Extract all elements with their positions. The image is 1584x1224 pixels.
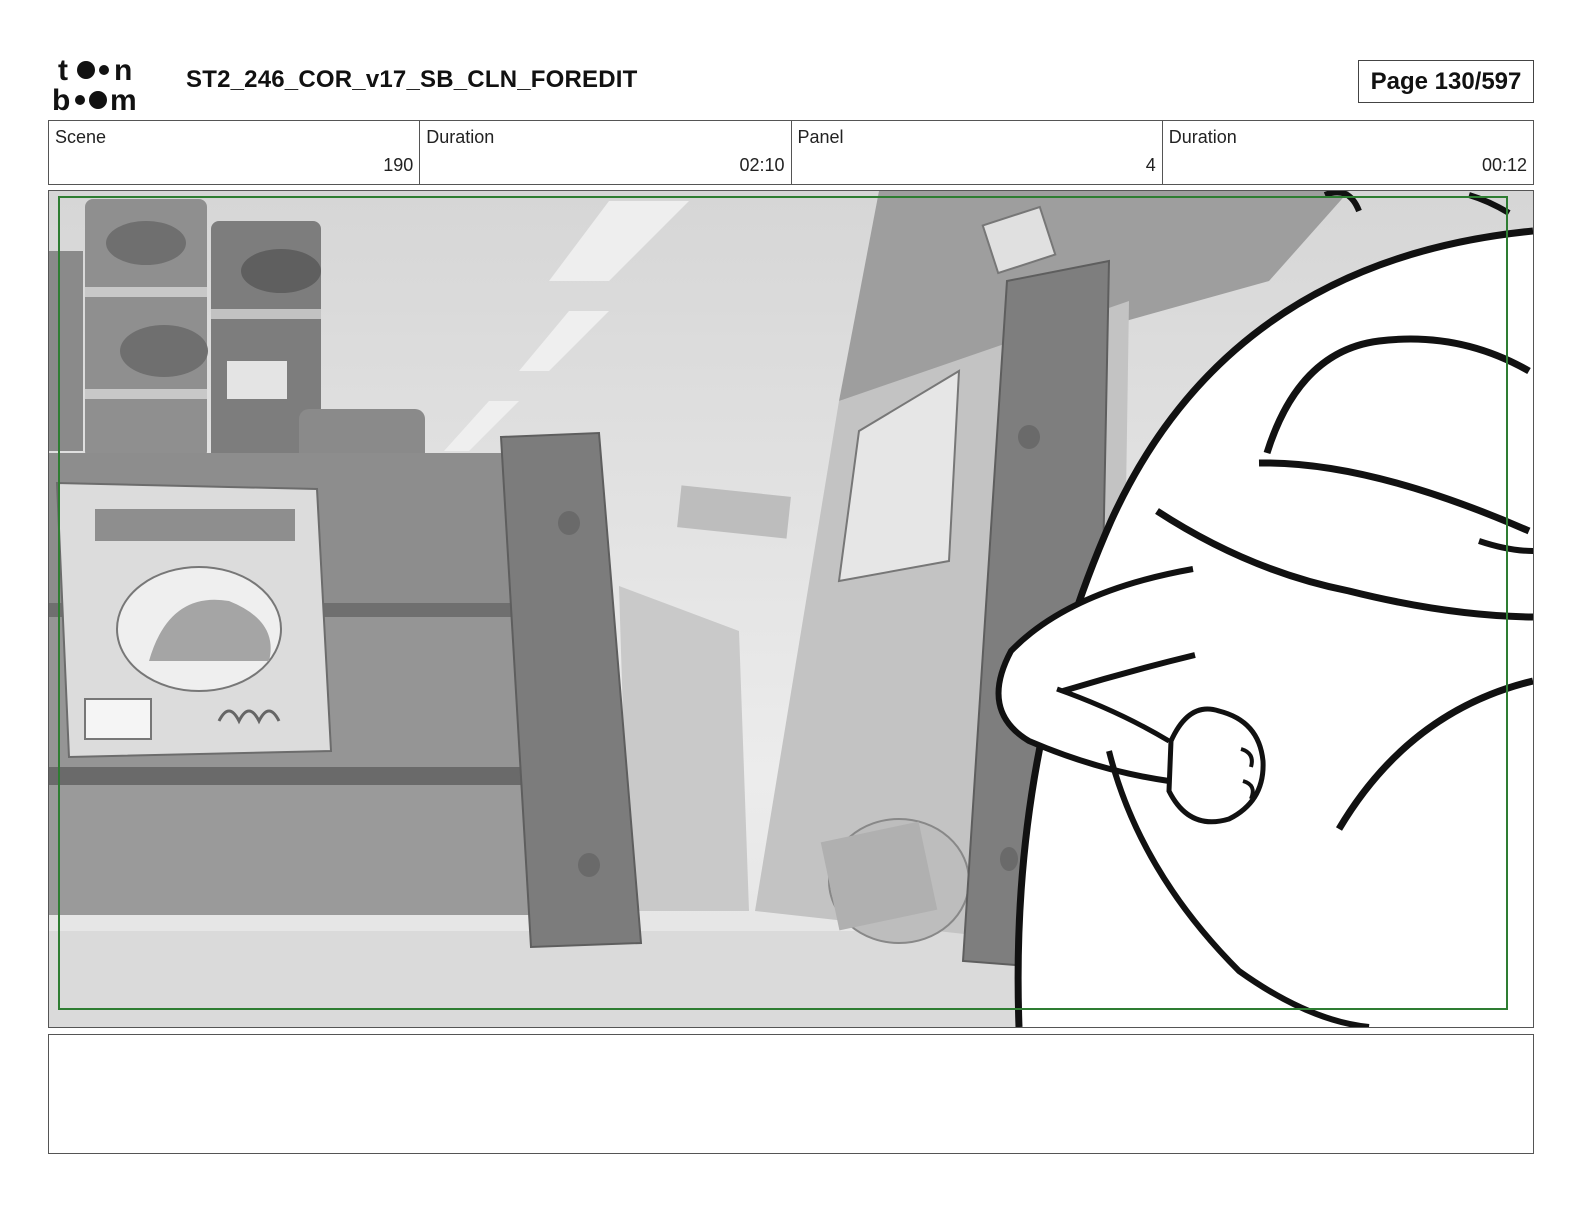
panel-notes-box[interactable] — [48, 1034, 1534, 1154]
svg-text:m: m — [110, 84, 137, 112]
document-title: ST2_246_COR_v17_SB_CLN_FOREDIT — [186, 66, 638, 93]
svg-text:b: b — [52, 84, 70, 112]
page-indicator: Page 130/597 — [1358, 60, 1534, 103]
scene-duration-value: 02:10 — [739, 155, 785, 175]
svg-text:t: t — [58, 54, 68, 87]
svg-text:n: n — [114, 54, 132, 87]
storyboard-panel — [48, 190, 1534, 1028]
panel-illustration — [49, 191, 1533, 1027]
scene-duration-cell: Duration 02:10 — [420, 121, 792, 184]
scene-label: Scene — [55, 127, 107, 147]
panel-cell: Panel 4 — [792, 121, 1163, 184]
panel-duration-value: 00:12 — [1481, 155, 1527, 175]
panel-duration-cell: Duration 00:12 — [1163, 121, 1533, 184]
panel-value: 4 — [1145, 155, 1156, 175]
toon-boom-logo: t n b m — [52, 52, 164, 117]
panel-label: Panel — [797, 127, 844, 147]
scene-value: 190 — [383, 155, 414, 175]
panel-duration-label: Duration — [1168, 127, 1237, 147]
scene-info-row: Scene 190 Duration 02:10 Panel 4 Duratio… — [48, 120, 1534, 185]
scene-cell: Scene 190 — [49, 121, 421, 184]
scene-duration-label: Duration — [426, 127, 495, 147]
